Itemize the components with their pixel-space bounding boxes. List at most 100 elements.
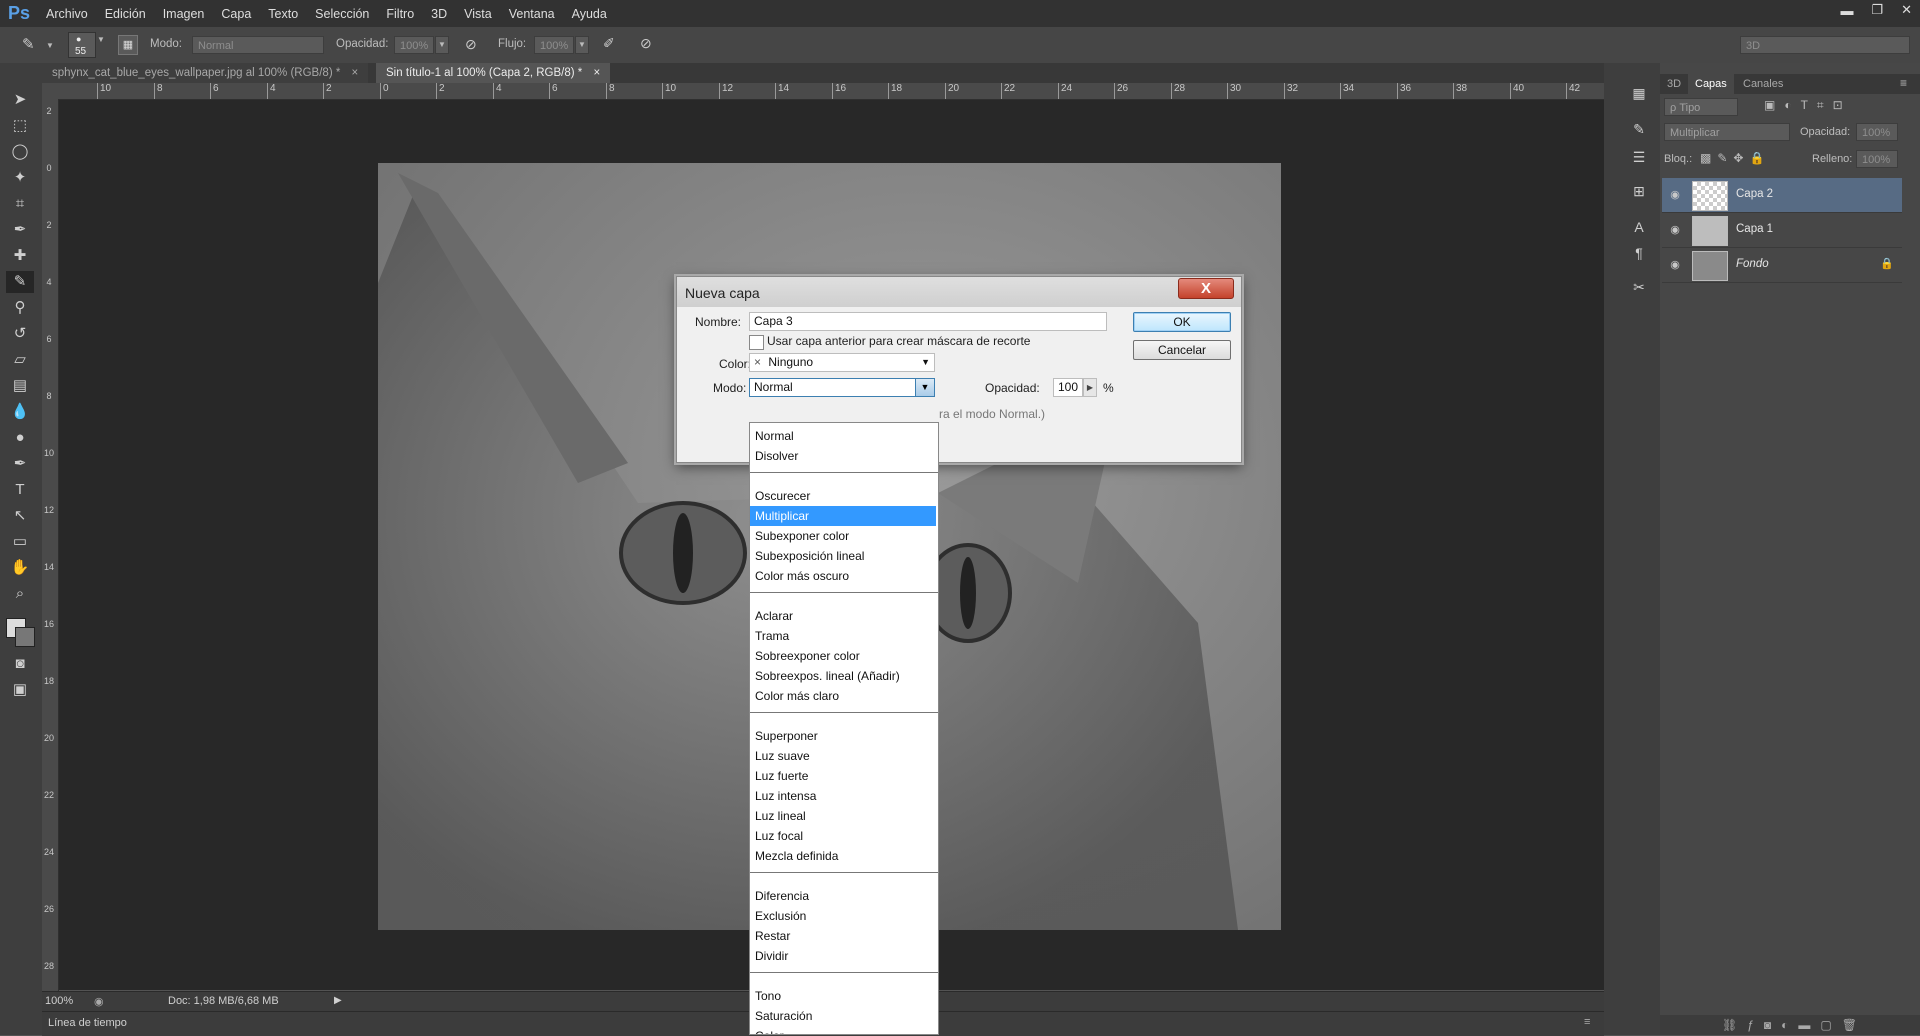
menu-ayuda[interactable]: Ayuda [572,7,607,21]
crop-tool-icon[interactable]: ⌗ [6,193,34,215]
mode-option[interactable]: Disolver [750,446,936,466]
mode-option[interactable]: Subexponer color [750,526,936,546]
brush-preset-picker[interactable]: ● 55 [68,32,96,58]
minimize-icon[interactable]: ▬ [1840,3,1853,18]
mode-option[interactable]: Mezcla definida [750,846,936,866]
layer-opacity-input[interactable]: 100% [1856,123,1898,141]
tab-sin-titulo[interactable]: Sin título-1 al 100% (Capa 2, RGB/8) * × [376,63,611,83]
mode-option[interactable]: Luz intensa [750,786,936,806]
airbrush-icon[interactable]: ✐ [603,35,615,52]
timeline-menu-icon[interactable]: ≡ [1584,1016,1590,1028]
mode-option[interactable]: Color [750,1026,936,1034]
dodge-tool-icon[interactable]: ● [6,427,34,449]
mode-option[interactable]: Normal [750,426,936,446]
mode-option[interactable]: Saturación [750,1006,936,1026]
healing-brush-tool-icon[interactable]: ✚ [6,245,34,267]
menu-ventana[interactable]: Ventana [509,7,555,21]
opacity-input[interactable]: 100% [394,36,434,54]
tab-close-icon[interactable]: × [593,67,600,79]
brush-tool-icon[interactable]: ✎ [22,35,35,53]
status-menu-arrow-icon[interactable]: ▶ [334,995,342,1006]
pressure-opacity-icon[interactable]: ⊘ [465,36,477,53]
ok-button[interactable]: OK [1133,312,1231,332]
zoom-level[interactable]: 100% [45,995,73,1007]
clone-stamp-tool-icon[interactable]: ⚲ [6,297,34,319]
color-select[interactable]: × Ninguno ▼ [749,353,935,372]
background-color-swatch[interactable] [15,627,35,647]
eyedropper-tool-icon[interactable]: ✒ [6,219,34,241]
menu-texto[interactable]: Texto [268,7,298,21]
timeline-label[interactable]: Línea de tiempo [48,1017,127,1029]
blur-tool-icon[interactable]: 💧 [6,401,34,423]
eraser-tool-icon[interactable]: ▱ [6,349,34,371]
mode-option[interactable]: Tono [750,986,936,1006]
mode-option[interactable]: Color más claro [750,686,936,706]
flow-dropdown-icon[interactable]: ▼ [575,36,589,54]
mode-option[interactable]: Superponer [750,726,936,746]
type-tool-icon[interactable]: T [6,479,34,501]
tab-3d[interactable]: 3D [1660,74,1688,94]
mode-option[interactable]: Aclarar [750,606,936,626]
layer-row-capa-2[interactable]: ◉ Capa 2 [1662,178,1902,213]
layer-row-capa-1[interactable]: ◉ Capa 1 [1662,213,1902,248]
hand-tool-icon[interactable]: ✋ [6,557,34,579]
panel-menu-icon[interactable]: ≡ [1900,76,1907,90]
quick-mask-icon[interactable]: ◙ [6,653,34,675]
tab-capas[interactable]: Capas [1688,74,1734,94]
move-tool-icon[interactable]: ➤ [6,89,34,111]
mode-option[interactable]: Luz fuerte [750,766,936,786]
layer-filter-icons[interactable]: ▣◐T⌗⊡ [1764,98,1852,113]
mode-option[interactable]: Luz lineal [750,806,936,826]
mode-dropdown-arrow-icon[interactable]: ▼ [915,379,934,396]
opacity-arrow-icon[interactable]: ▶ [1083,378,1097,397]
cancel-button[interactable]: Cancelar [1133,340,1231,360]
layer-row-fondo[interactable]: ◉ Fondo 🔒 [1662,248,1902,283]
flow-input[interactable]: 100% [534,36,574,54]
tool-preset-arrow-icon[interactable]: ▼ [46,41,54,50]
lasso-tool-icon[interactable]: ◯ [6,141,34,163]
mode-option[interactable]: Sobreexpos. lineal (Añadir) [750,666,936,686]
mode-option[interactable]: Luz focal [750,826,936,846]
tool-presets-icon[interactable]: ✂ [1626,279,1652,301]
path-selection-tool-icon[interactable]: ↖ [6,505,34,527]
menu-imagen[interactable]: Imagen [163,7,205,21]
close-window-icon[interactable]: ✕ [1901,2,1912,18]
brush-panel-icon[interactable]: ✎ [1626,121,1652,143]
visibility-eye-icon[interactable]: ◉ [1668,258,1682,272]
brush-panel-icon[interactable]: ▦ [118,35,138,55]
layer-name-field[interactable]: Capa 3 [749,312,1107,331]
dock-collapse-strip[interactable] [1604,63,1618,1035]
properties-icon[interactable]: ⊞ [1626,183,1652,205]
zoom-tool-icon[interactable]: ⌕ [6,583,34,605]
brush-tool-icon-selected[interactable]: ✎ [6,271,34,293]
menu-vista[interactable]: Vista [464,7,492,21]
layer-filter-select[interactable]: ρ Tipo [1664,98,1738,116]
paragraph-panel-icon[interactable]: ¶ [1626,245,1652,267]
menu-archivo[interactable]: Archivo [46,7,88,21]
mode-option[interactable]: Sobreexponer color [750,646,936,666]
quick-selection-tool-icon[interactable]: ✦ [6,167,34,189]
rectangle-tool-icon[interactable]: ▭ [6,531,34,553]
menu-3d[interactable]: 3D [431,7,447,21]
mode-option[interactable]: Luz suave [750,746,936,766]
mode-option-highlighted[interactable]: Multiplicar [750,506,936,526]
mode-option[interactable]: Trama [750,626,936,646]
share-icon[interactable]: ◉ [94,995,104,1008]
history-brush-tool-icon[interactable]: ↺ [6,323,34,345]
clip-mask-checkbox[interactable] [749,335,764,350]
pressure-size-icon[interactable]: ⊘ [640,35,652,52]
mode-option[interactable]: Dividir [750,946,936,966]
opacity-dropdown-icon[interactable]: ▼ [435,36,449,54]
mode-option[interactable]: Restar [750,926,936,946]
adjustments-icon[interactable]: ☰ [1626,149,1652,171]
menu-edicion[interactable]: Edición [105,7,146,21]
mode-option[interactable]: Oscurecer [750,486,936,506]
tab-canales[interactable]: Canales [1736,74,1790,94]
character-panel-icon[interactable]: A [1626,219,1652,241]
mode-select[interactable]: Normal [192,36,324,54]
tab-sphynx-cat[interactable]: sphynx_cat_blue_eyes_wallpaper.jpg al 10… [42,63,369,83]
gradient-tool-icon[interactable]: ▤ [6,375,34,397]
menu-filtro[interactable]: Filtro [386,7,414,21]
marquee-tool-icon[interactable]: ⬚ [6,115,34,137]
visibility-eye-icon[interactable]: ◉ [1668,188,1682,202]
